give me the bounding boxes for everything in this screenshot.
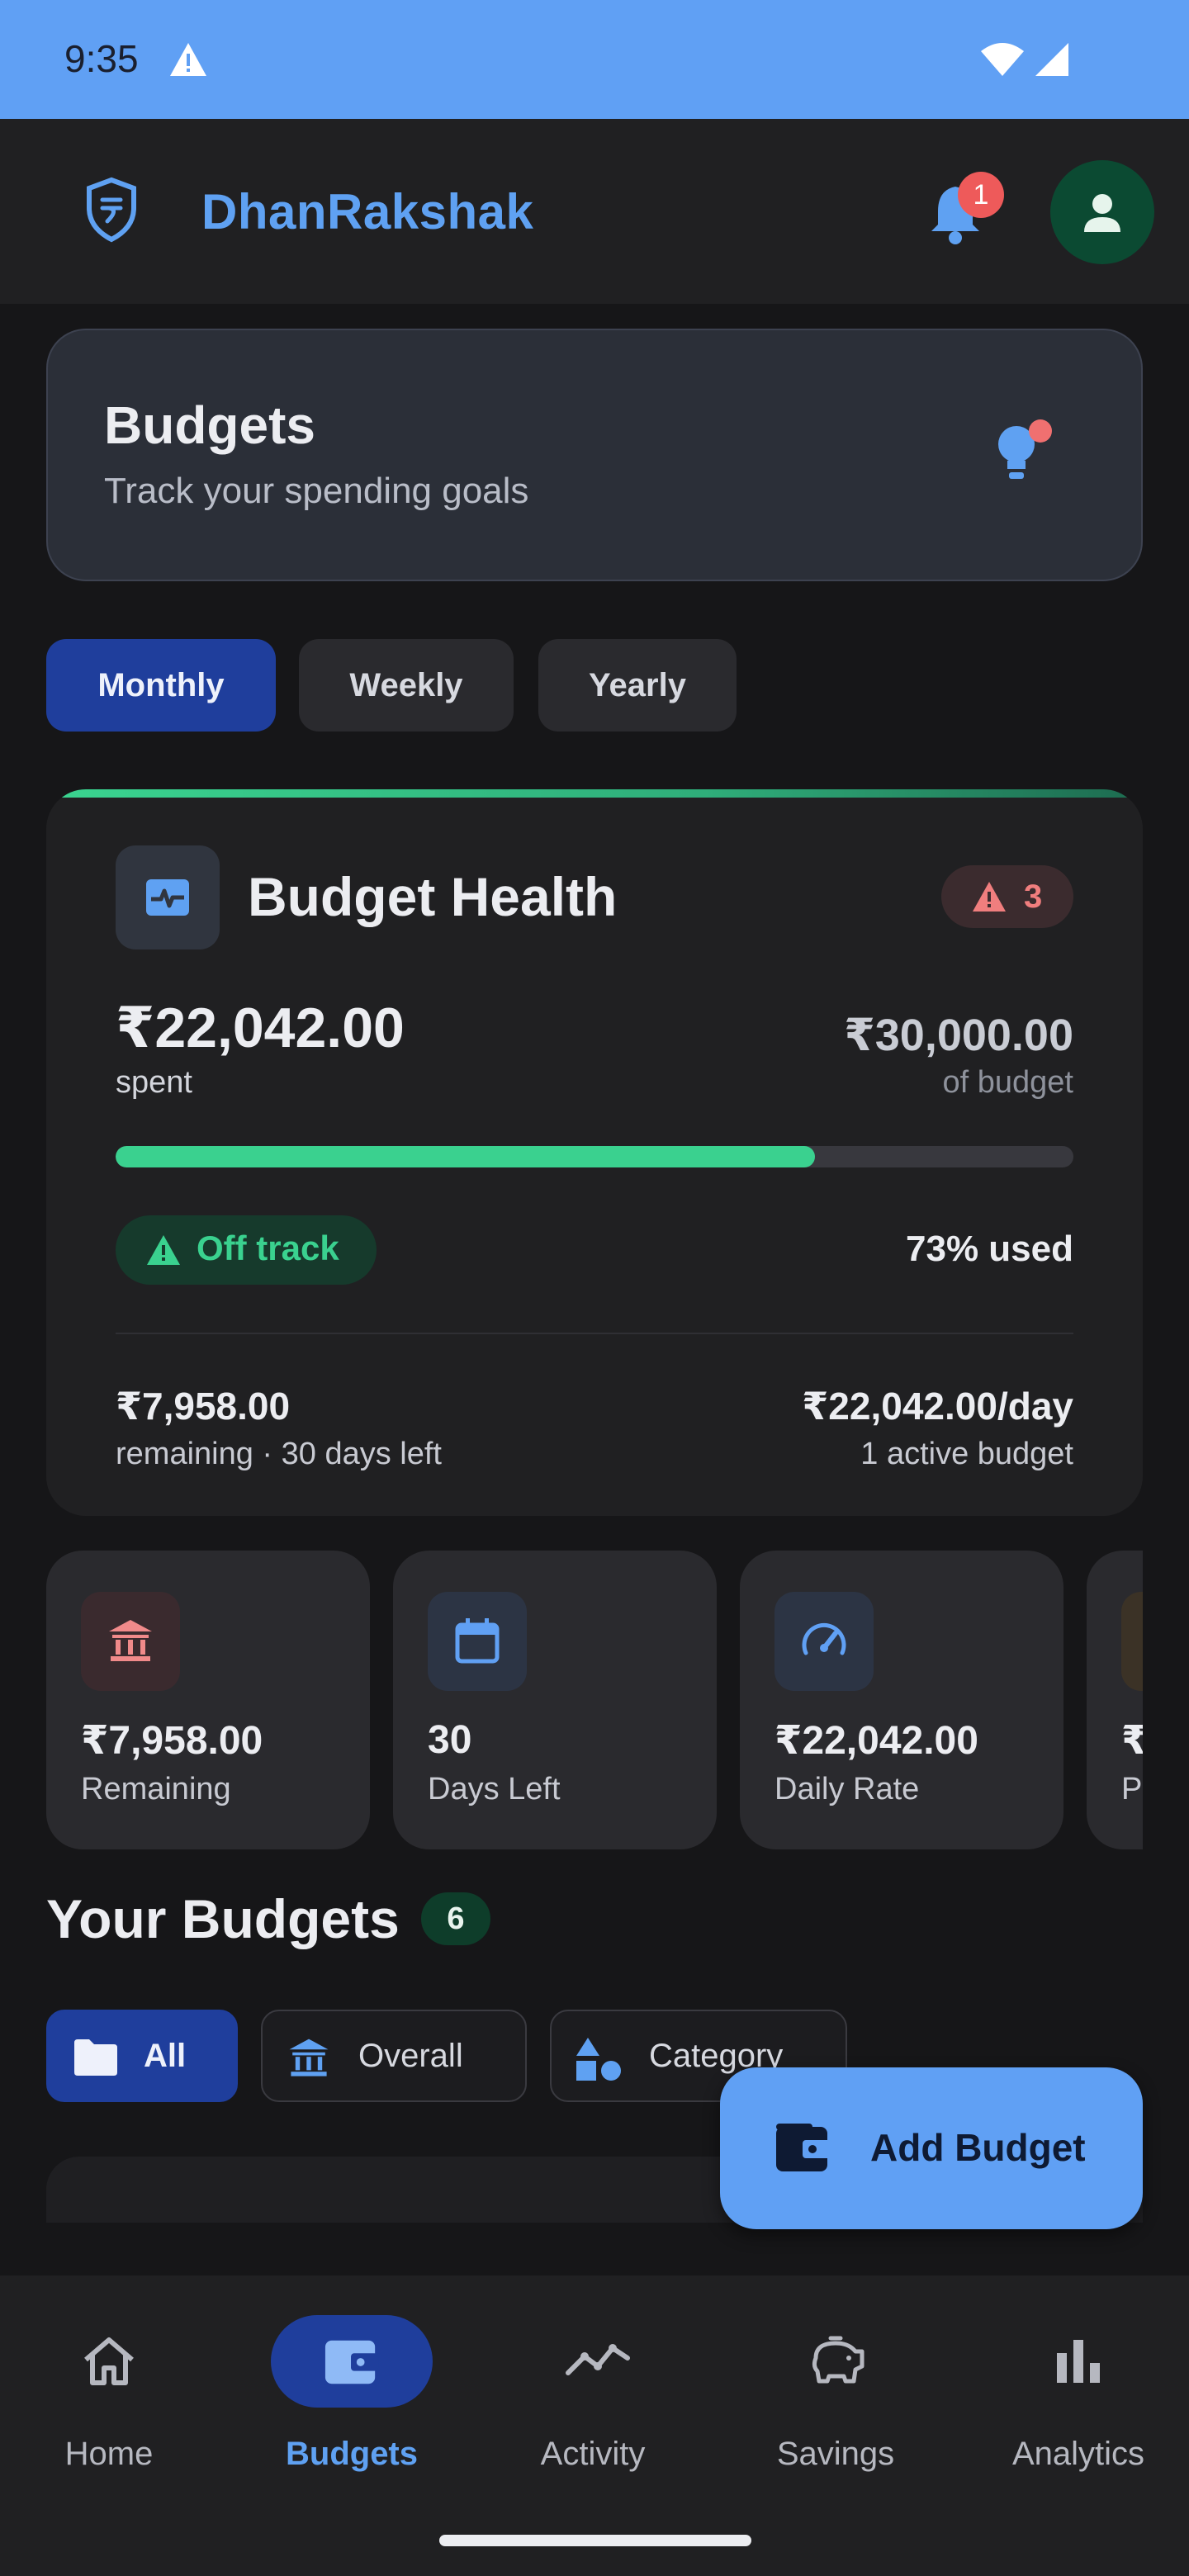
remaining-subtext: remaining · 30 days left (116, 1437, 442, 1471)
stat-value: ₹7,958.00 (81, 1719, 263, 1763)
stat-card-days-left[interactable]: 30 Days Left (393, 1551, 717, 1849)
filter-label: Overall (358, 2038, 463, 2074)
stat-value: ₹22,042.00 (775, 1719, 978, 1763)
filter-overall[interactable]: Overall (261, 2010, 527, 2102)
status-time: 9:35 (64, 37, 139, 80)
divider (116, 1333, 1073, 1334)
page-subtitle: Track your spending goals (104, 471, 529, 511)
stat-value: ₹ (1121, 1719, 1143, 1763)
speedometer-icon (775, 1592, 874, 1691)
alert-count-badge[interactable] (941, 865, 1073, 928)
home-indicator (439, 2535, 751, 2546)
stat-card-remaining[interactable]: ₹7,958.00 Remaining (46, 1551, 370, 1849)
misc-icon (1121, 1592, 1143, 1691)
folder-icon (74, 2039, 117, 2076)
budget-progress-bar (116, 1146, 1073, 1167)
status-text: Off track (197, 1229, 339, 1267)
filter-all[interactable]: All (46, 2010, 238, 2102)
app-title: DhanRakshak (201, 184, 534, 239)
stat-value: 30 (428, 1718, 472, 1762)
nav-label: Budgets (286, 2436, 418, 2472)
add-budget-button[interactable]: Add Budget (720, 2067, 1143, 2229)
budget-count-badge: 6 (421, 1892, 490, 1945)
home-icon (84, 2337, 134, 2385)
nav-label: Home (64, 2436, 154, 2472)
daily-rate-amount: ₹22,042.00/day (802, 1385, 1073, 1428)
nav-label: Analytics (1011, 2436, 1145, 2472)
section-title: Your Budgets (46, 1888, 400, 1949)
warning-icon (168, 41, 208, 82)
nav-analytics[interactable]: Analytics (963, 2312, 1189, 2477)
nav-budgets[interactable]: Budgets (236, 2312, 467, 2477)
active-budget-count: 1 active budget (860, 1437, 1073, 1471)
wallet-icon (324, 2340, 379, 2384)
alert-triangle-icon (147, 1235, 180, 1265)
stat-label: Remaining (81, 1772, 231, 1807)
nav-label: Savings (776, 2436, 895, 2472)
tab-monthly[interactable]: Monthly (46, 639, 276, 732)
wallet-icon (776, 2124, 831, 2171)
spent-amount: ₹22,042.00 (116, 997, 405, 1059)
profile-avatar-button[interactable] (1050, 160, 1154, 264)
filter-label: All (144, 2038, 187, 2074)
spent-label: spent (116, 1065, 192, 1100)
alert-triangle-icon (973, 882, 1006, 912)
app-bar (0, 119, 1189, 304)
piggy-bank-icon (812, 2336, 865, 2384)
page-title: Budgets (104, 395, 315, 455)
stat-card-daily-rate[interactable]: ₹22,042.00 Daily Rate (740, 1551, 1063, 1849)
bar-chart-icon (1057, 2340, 1100, 2383)
stat-cards-scroller[interactable]: ₹7,958.00 Remaining 30 Days Left ₹22,042… (46, 1551, 1143, 1851)
wifi-icon (979, 41, 1026, 82)
budget-total-label: of budget (942, 1065, 1073, 1100)
shapes-icon (576, 2038, 621, 2081)
notification-badge: 1 (958, 172, 1004, 218)
person-icon (1084, 194, 1120, 232)
stat-card-partial[interactable]: ₹ P (1087, 1551, 1143, 1849)
tips-indicator-dot (1029, 419, 1052, 443)
budget-total: ₹30,000.00 (844, 1011, 1073, 1060)
nav-home[interactable]: Home (0, 2312, 225, 2477)
health-card-accent (46, 789, 1143, 798)
budget-progress-fill (116, 1146, 815, 1167)
bank-icon (81, 1592, 180, 1691)
alert-count: 3 (1024, 878, 1043, 915)
calendar-icon (428, 1592, 527, 1691)
nav-activity[interactable]: Activity (477, 2312, 708, 2477)
health-icon-box (116, 845, 220, 949)
add-budget-label: Add Budget (870, 2126, 1086, 2169)
tab-yearly[interactable]: Yearly (538, 639, 737, 732)
bank-icon (289, 2039, 329, 2076)
remaining-amount: ₹7,958.00 (116, 1385, 291, 1428)
signal-icon (1034, 41, 1070, 82)
nav-savings[interactable]: Savings (720, 2312, 951, 2477)
health-title: Budget Health (248, 866, 618, 927)
activity-line-icon (566, 2344, 630, 2375)
nav-label: Activity (540, 2436, 646, 2472)
shield-logo-icon (83, 177, 140, 247)
pulse-icon (146, 879, 189, 916)
stat-label: P (1121, 1772, 1143, 1807)
used-percentage: 73% used (906, 1229, 1073, 1269)
stat-label: Days Left (428, 1772, 561, 1807)
stat-label: Daily Rate (775, 1772, 920, 1807)
tab-weekly[interactable]: Weekly (299, 639, 514, 732)
